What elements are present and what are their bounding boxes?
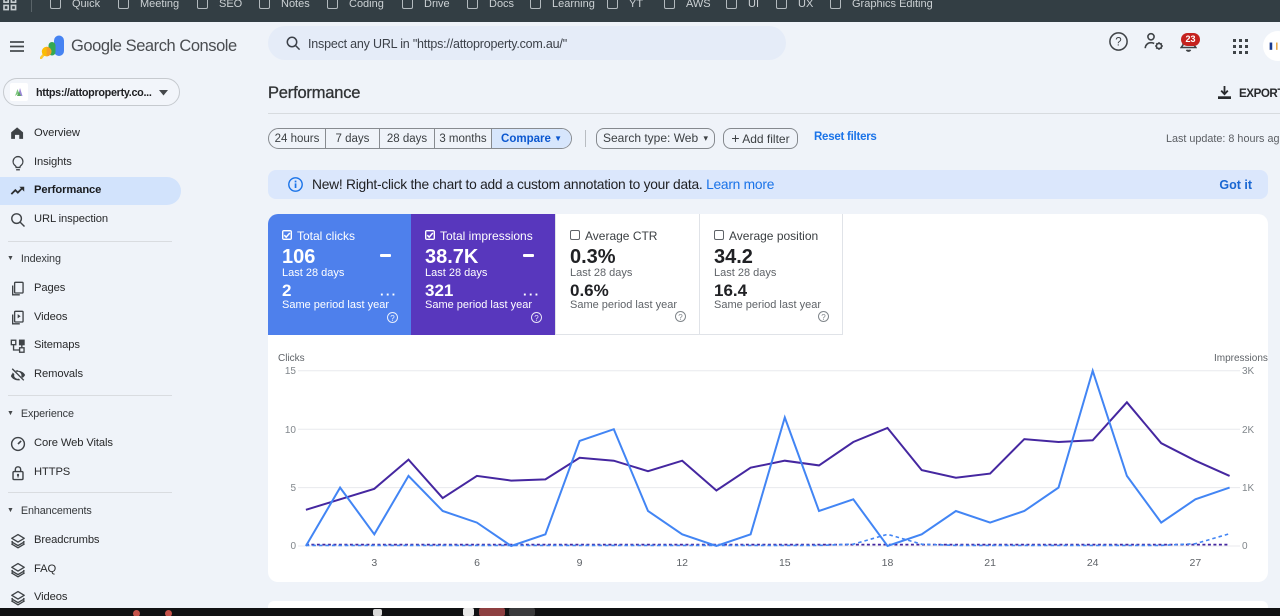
svg-text:18: 18 — [882, 557, 894, 569]
svg-text:2K: 2K — [1242, 425, 1255, 436]
svg-text:5: 5 — [290, 483, 296, 494]
svg-text:12: 12 — [676, 557, 688, 569]
svg-text:15: 15 — [285, 366, 297, 377]
svg-text:Clicks: Clicks — [278, 353, 305, 364]
svg-text:9: 9 — [577, 557, 583, 569]
svg-text:0: 0 — [1242, 541, 1248, 552]
svg-text:1K: 1K — [1242, 483, 1255, 494]
svg-text:3K: 3K — [1242, 366, 1255, 377]
svg-text:3: 3 — [371, 557, 377, 569]
svg-text:15: 15 — [779, 557, 791, 569]
svg-text:21: 21 — [984, 557, 996, 569]
svg-text:24: 24 — [1087, 557, 1099, 569]
svg-text:0: 0 — [290, 541, 296, 552]
svg-text:27: 27 — [1190, 557, 1202, 569]
svg-text:10: 10 — [285, 425, 297, 436]
svg-text:?: ? — [1115, 37, 1121, 49]
svg-text:Impressions: Impressions — [1214, 353, 1268, 364]
svg-text:6: 6 — [474, 557, 480, 569]
